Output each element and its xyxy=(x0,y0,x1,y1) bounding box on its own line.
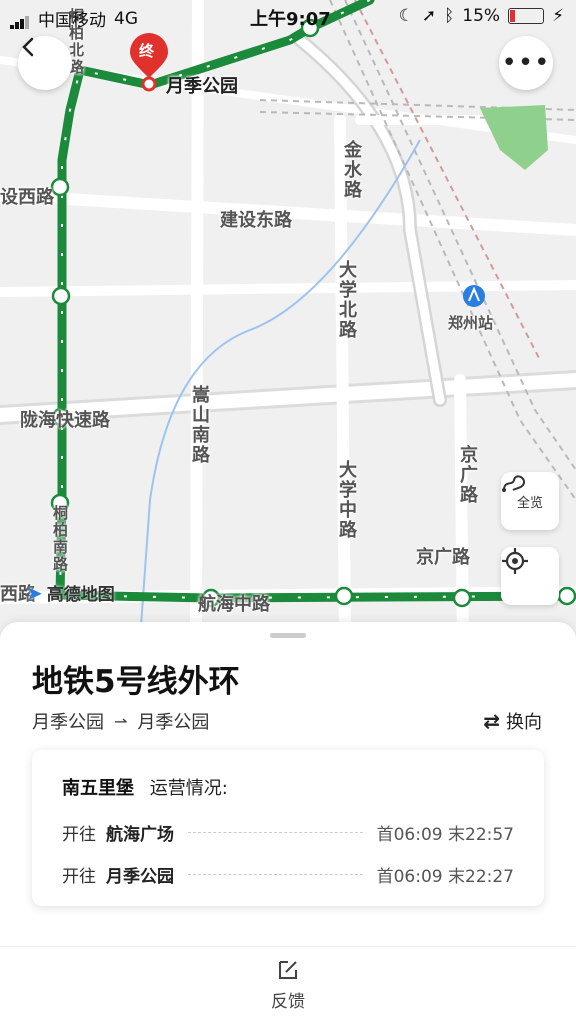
road-label: 航海中路 xyxy=(198,594,270,615)
road-label: 陇海快速路 xyxy=(20,410,110,431)
route-to: 月季公园 xyxy=(137,712,210,733)
station-name: 南五里堡 xyxy=(62,778,134,799)
clock: 上午9:07 xyxy=(250,9,331,30)
road-label: 大学中路 xyxy=(336,460,357,540)
signal-icon xyxy=(10,9,30,29)
route-overview-icon xyxy=(502,475,526,492)
overview-label: 全览 xyxy=(516,495,543,511)
drag-handle[interactable] xyxy=(270,633,306,638)
road-label: 金水路 xyxy=(341,140,362,200)
moon-icon: ☾ xyxy=(398,6,414,26)
battery-icon xyxy=(508,8,545,24)
direction-destination: 月季公园 xyxy=(106,867,174,887)
service-times: 首06:09 末22:27 xyxy=(376,867,514,887)
battery-percent: 15% xyxy=(462,6,501,26)
chevron-left-icon xyxy=(22,37,34,57)
end-marker-label: 终 xyxy=(139,42,155,60)
feedback-label: 反馈 xyxy=(271,992,305,1012)
overview-button[interactable]: 全览 xyxy=(501,472,559,530)
locate-button[interactable] xyxy=(501,547,559,605)
edit-icon xyxy=(279,961,297,979)
status-bar: 中国移动 4G 上午9:07 ☾ ➚ ᛒ 15% ⚡ xyxy=(0,0,576,34)
road-label: 京广路 xyxy=(416,547,470,568)
map-logo: ➤ 高德地图 xyxy=(26,580,115,606)
route-direction: 月季公园 ⇀ 月季公园 xyxy=(32,708,209,734)
charging-icon: ⚡ xyxy=(552,6,564,26)
network-type: 4G xyxy=(114,8,138,29)
bluetooth-icon: ᛒ xyxy=(444,6,455,26)
station-header: 南五里堡 运营情况: xyxy=(62,774,228,800)
road-label: 大学北路 xyxy=(336,260,357,340)
road-label: 桐柏南路 xyxy=(51,505,69,573)
divider xyxy=(0,946,576,947)
more-button[interactable]: ••• xyxy=(499,36,553,90)
location-arrow-icon: ➚ xyxy=(421,6,437,26)
feedback-button[interactable]: 反馈 xyxy=(258,958,318,1012)
navigation-arrow-icon: ➤ xyxy=(26,580,43,605)
direction-row: 开往 月季公园 首06:09 末22:27 xyxy=(62,862,514,887)
operation-label: 运营情况: xyxy=(149,778,228,799)
road-label: 设西路 xyxy=(0,187,54,208)
direction-prefix: 开往 xyxy=(62,867,96,887)
swap-icon: ⇄ xyxy=(483,709,500,733)
road-label: 月季公园 xyxy=(166,76,238,97)
station-label: 郑州站 xyxy=(448,314,494,332)
switch-direction-label: 换向 xyxy=(506,712,542,733)
route-from: 月季公园 xyxy=(32,712,104,733)
line-info-panel: 地铁5号线外环 月季公园 ⇀ 月季公园 ⇄ 换向 南五里堡 运营情况: 开往 航海… xyxy=(0,622,576,1024)
road-label: 京广路 xyxy=(457,445,478,505)
station-card: 南五里堡 运营情况: 开往 航海广场 首06:09 末22:57 开往 月季公园 首… xyxy=(32,750,544,906)
direction-row: 开往 航海广场 首06:09 末22:57 xyxy=(62,820,514,845)
more-dots-icon: ••• xyxy=(501,48,551,78)
road-label: 嵩山南路 xyxy=(189,385,210,465)
train-station-icon xyxy=(463,285,485,307)
switch-direction-button[interactable]: ⇄ 换向 xyxy=(483,708,542,734)
road-label: 建设东路 xyxy=(220,210,292,231)
direction-prefix: 开往 xyxy=(62,825,96,845)
map-view[interactable]: 终 月季公园 设西路 建设东路 金水路 大学北路 陇海快速路 嵩山南路 大学中路… xyxy=(0,0,576,640)
line-title: 地铁5号线外环 xyxy=(32,664,240,700)
locate-icon xyxy=(502,548,528,574)
direction-destination: 航海广场 xyxy=(106,825,174,845)
arrow-right-icon: ⇀ xyxy=(114,711,128,731)
carrier: 中国移动 xyxy=(38,11,106,31)
service-times: 首06:09 末22:57 xyxy=(376,825,514,845)
logo-text: 高德地图 xyxy=(46,585,115,605)
back-button[interactable] xyxy=(18,36,72,90)
